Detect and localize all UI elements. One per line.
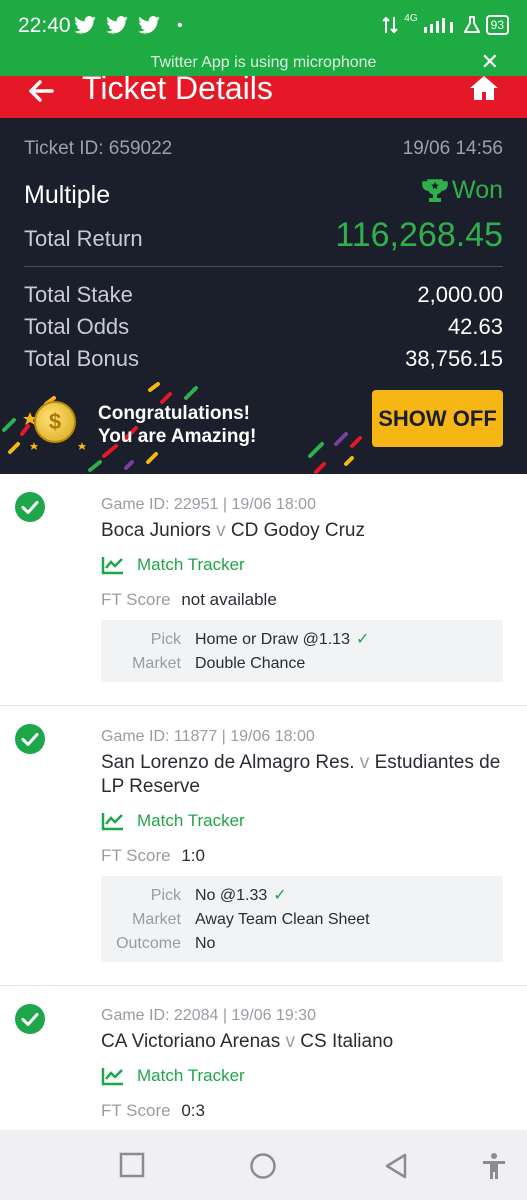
microphone-banner: Twitter App is using microphone ✕ <box>0 51 527 76</box>
network-type: 4G <box>404 12 418 24</box>
market-value: Double Chance <box>195 655 306 672</box>
match-tracker-label: Match Tracker <box>137 1066 245 1085</box>
congrats-line-1: Congratulations! <box>98 403 250 424</box>
home-icon[interactable] <box>469 76 499 102</box>
match-teams: CA Victoriano Arenas v CS Italiano <box>101 1030 511 1054</box>
match-tracker-link[interactable]: Match Tracker <box>101 1066 245 1086</box>
ft-score-label: FT Score <box>101 590 171 609</box>
status-time: 22:40 <box>18 14 71 37</box>
more-notifications-dot: • <box>177 17 183 34</box>
close-icon[interactable]: ✕ <box>481 51 499 73</box>
total-odds-value: 42.63 <box>447 314 503 339</box>
trophy-icon <box>422 178 448 202</box>
twitter-notification-icon <box>106 16 128 34</box>
match-teams: San Lorenzo de Almagro Res. v Estudiante… <box>101 751 511 799</box>
lab-flask-icon <box>463 16 480 33</box>
market-label: Market <box>132 655 181 672</box>
game-meta: Game ID: 11877 | 19/06 18:00 <box>101 728 315 745</box>
game-meta: Game ID: 22084 | 19/06 19:30 <box>101 1007 316 1024</box>
outcome-label: Outcome <box>116 935 181 952</box>
status-icons: 4G 93 <box>382 12 509 35</box>
ft-score: FT Score 0:3 <box>101 1101 205 1121</box>
versus-label: v <box>359 752 370 773</box>
microphone-banner-text: Twitter App is using microphone <box>150 54 377 71</box>
line-chart-icon <box>101 813 123 831</box>
home-circle-icon[interactable] <box>249 1152 277 1180</box>
battery-level: 93 <box>485 15 509 35</box>
coin-icon: $ <box>34 401 76 443</box>
away-team: CS Italiano <box>300 1031 394 1052</box>
back-arrow-icon[interactable] <box>26 76 56 106</box>
total-bonus-label: Total Bonus <box>24 346 139 371</box>
won-check-icon <box>15 1004 45 1034</box>
ticket-summary: Ticket ID: 659022 19/06 14:56 Multiple W… <box>0 118 527 474</box>
pick-value: Home or Draw @1.13 <box>195 631 350 648</box>
ft-score-label: FT Score <box>101 846 171 865</box>
ft-score-label: FT Score <box>101 1101 171 1120</box>
total-return-label: Total Return <box>24 226 143 251</box>
status-badge: Won <box>422 176 503 205</box>
versus-label: v <box>285 1031 295 1052</box>
check-icon: ✓ <box>355 631 370 648</box>
ft-score-value: 0:3 <box>181 1101 205 1120</box>
bet-item: Game ID: 22084 | 19/06 19:30 CA Victoria… <box>0 986 527 1130</box>
show-off-button[interactable]: SHOW OFF <box>372 390 503 447</box>
divider <box>24 266 503 267</box>
accessibility-icon[interactable] <box>481 1152 507 1180</box>
match-tracker-label: Match Tracker <box>137 811 245 830</box>
check-icon: ✓ <box>273 887 287 904</box>
away-team: CD Godoy Cruz <box>230 520 366 541</box>
total-odds-label: Total Odds <box>24 314 130 339</box>
bet-item: Game ID: 22951 | 19/06 18:00 Boca Junior… <box>0 474 527 706</box>
match-tracker-label: Match Tracker <box>137 555 245 574</box>
twitter-notification-icon <box>138 16 160 34</box>
market-label: Market <box>132 911 181 928</box>
ticket-datetime: 19/06 14:56 <box>402 138 503 159</box>
market-value: Away Team Clean Sheet <box>195 911 370 928</box>
match-tracker-link[interactable]: Match Tracker <box>101 811 245 831</box>
versus-label: v <box>216 520 226 541</box>
pick-details: Pick No @1.33 ✓ Market Away Team Clean S… <box>101 876 503 962</box>
bet-item: Game ID: 11877 | 19/06 18:00 San Lorenzo… <box>0 706 527 986</box>
status-bar: 22:40 • 4G 93 <box>0 0 527 54</box>
congrats-line-2: You are Amazing! <box>98 426 257 447</box>
won-check-icon <box>15 724 45 754</box>
recent-apps-icon[interactable] <box>119 1152 145 1178</box>
line-chart-icon <box>101 557 123 575</box>
pick-label: Pick <box>150 887 181 904</box>
line-chart-icon <box>101 1068 123 1086</box>
ft-score-value: not available <box>181 590 277 609</box>
ticket-id: Ticket ID: 659022 <box>24 138 173 159</box>
outcome-value: No <box>195 935 216 952</box>
pick-details: Pick Home or Draw @1.13 ✓ Market Double … <box>101 620 503 682</box>
system-nav-bar <box>0 1130 527 1200</box>
twitter-notification-icon <box>74 16 96 34</box>
ft-score-value: 1:0 <box>181 846 205 865</box>
pick-value: No @1.33 <box>195 887 268 904</box>
app-header: Ticket Details <box>0 76 527 118</box>
ft-score: FT Score not available <box>101 590 277 610</box>
signal-icon <box>423 18 453 33</box>
total-stake-label: Total Stake <box>24 282 133 307</box>
total-bonus-value: 38,756.15 <box>405 346 503 371</box>
match-teams: Boca Juniors v CD Godoy Cruz <box>101 519 511 543</box>
total-stake-value: 2,000.00 <box>417 282 503 307</box>
ticket-type: Multiple <box>24 180 111 209</box>
home-team: CA Victoriano Arenas <box>101 1031 281 1052</box>
game-meta: Game ID: 22951 | 19/06 18:00 <box>101 496 316 513</box>
back-triangle-icon[interactable] <box>383 1152 409 1180</box>
total-return-value: 116,268.45 <box>335 216 503 254</box>
won-check-icon <box>15 492 45 522</box>
home-team: Boca Juniors <box>101 520 211 541</box>
congrats-message: Congratulations! You are Amazing! <box>98 402 256 448</box>
ft-score: FT Score 1:0 <box>101 846 205 866</box>
data-arrows-icon <box>382 16 399 34</box>
match-tracker-link[interactable]: Match Tracker <box>101 555 245 575</box>
pick-label: Pick <box>150 631 181 648</box>
home-team: San Lorenzo de Almagro Res. <box>101 752 355 773</box>
status-text: Won <box>452 176 503 204</box>
page-title: Ticket Details <box>82 76 273 106</box>
